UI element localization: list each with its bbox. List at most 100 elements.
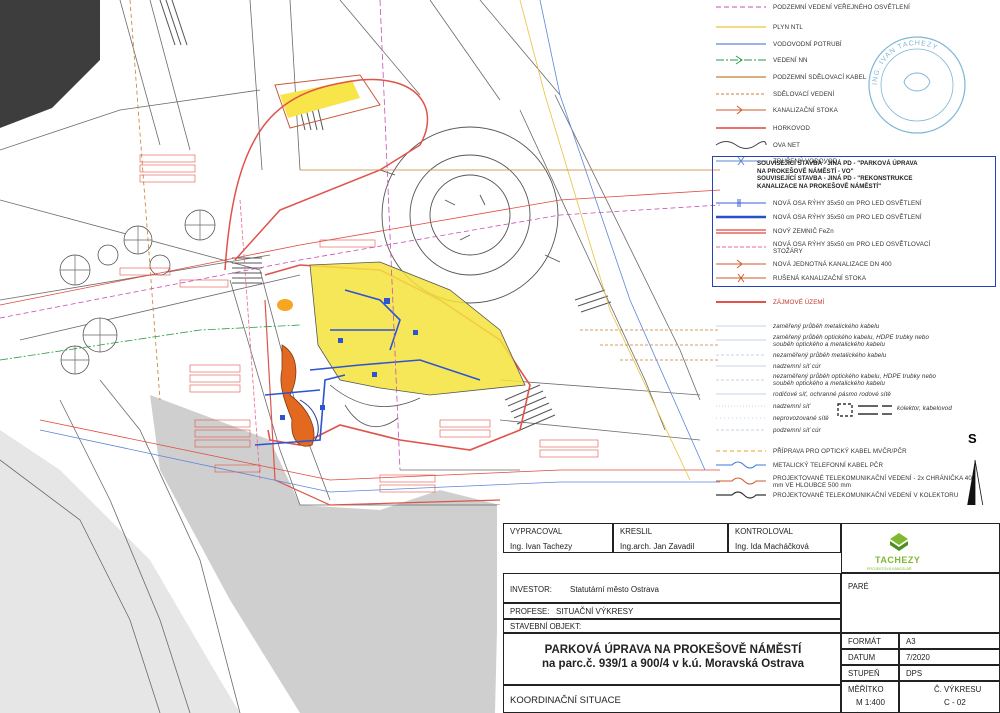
vypracoval-value: Ing. Ivan Tachezy <box>510 542 573 551</box>
legend-item: NOVÁ OSA RÝHY 35x50 cm PRO LED OSVĚTLENÍ <box>712 213 1000 225</box>
format-label: FORMÁT <box>848 637 881 646</box>
investor-label: INVESTOR: <box>510 585 552 594</box>
legend-label: PODZEMNÍ VEDENÍ VEŘEJNÉHO OSVĚTLENÍ <box>773 4 910 11</box>
kreslil-value: Ing.arch. Jan Zavadil <box>620 542 695 551</box>
kreslil-cell: KRESLIL Ing.arch. Jan Zavadil <box>613 523 728 553</box>
datum-label: DATUM <box>848 653 876 662</box>
park-path-2 <box>344 404 399 427</box>
legend-note: zaměřený průběh optického kabelu, HDPE t… <box>712 334 1000 348</box>
vykres-cell: Č. VÝKRESU C - 02 <box>899 681 1000 713</box>
format-label-cell: FORMÁT <box>841 633 899 649</box>
kontroloval-value: Ing. Ida Macháčková <box>735 542 809 551</box>
kontroloval-cell: KONTROLOVAL Ing. Ida Macháčková <box>728 523 841 553</box>
datum-label-cell: DATUM <box>841 649 899 665</box>
legend-label: VEDENÍ NN <box>773 57 808 64</box>
project-subtitle: na parc.č. 939/1 a 900/4 v k.ú. Moravská… <box>541 658 805 670</box>
legend-note: rodičové síť, ochranné pásmo rodové sítě <box>712 390 1000 402</box>
legend-note-label: nezaměřený průběh metalického kabelu <box>773 352 887 359</box>
legend-note-label: rodičové síť, ochranné pásmo rodové sítě <box>773 391 891 398</box>
logo-text: TACHEZY <box>875 555 921 565</box>
legend-item: NOVÁ JEDNOTNÁ KANALIZACE DN 400 <box>712 260 1000 272</box>
box-title-line: SOUVISEJÍCÍ STAVBA - JINÁ PD - "REKONSTR… <box>757 175 913 182</box>
legend-item: OVA NET <box>712 141 1000 153</box>
legend-label: NOVÁ OSA RÝHY 35x50 cm PRO LED OSVĚTLENÍ <box>773 214 922 221</box>
legend-item: NOVÁ OSA RÝHY 35x50 cm PRO LED OSVĚTLENÍ <box>712 199 1000 211</box>
interest-boundary <box>224 78 429 271</box>
legend-item: METALICKÝ TELEFONNÍ KABEL PČR <box>712 461 1000 473</box>
tachezy-logo-icon <box>890 533 908 551</box>
oval-marker <box>277 299 293 311</box>
objekt-cell: STAVEBNÍ OBJEKT: <box>503 619 841 633</box>
engineer-stamp: ING. IVAN TACHEZY <box>868 36 966 134</box>
meritko-label: MĚŘÍTKO <box>848 685 884 694</box>
legend-label: KANALIZAČNÍ STOKA <box>773 107 838 114</box>
legend-note-label: nadzemní síť cúr <box>773 363 821 370</box>
stupen-value-cell: DPS <box>899 665 1000 681</box>
format-value-cell: A3 <box>899 633 1000 649</box>
legend-note-label: nezaměřený průběh optického kabelu, HDPE… <box>773 373 937 387</box>
kolektor-note: kolektor, kabelovod <box>839 404 959 416</box>
kolektor-label: kolektor, kabelovod <box>897 405 952 412</box>
vypracoval-cell: VYPRACOVAL Ing. Ivan Tachezy <box>503 523 613 553</box>
trees <box>59 209 216 375</box>
profese-value: SITUAČNÍ VÝKRESY <box>556 607 634 616</box>
title-block: VYPRACOVAL Ing. Ivan Tachezy KRESLIL Ing… <box>497 505 1000 713</box>
box-title-line: NA PROKEŠOVĚ NÁMĚSTÍ - VO" <box>757 167 854 175</box>
legend-note-label: neprovozované sítě <box>773 415 829 422</box>
datum-value: 7/2020 <box>906 653 930 662</box>
legend-item: PODZEMNÍ VEDENÍ VEŘEJNÉHO OSVĚTLENÍ <box>712 3 1000 15</box>
legend-label: NOVÁ JEDNOTNÁ KANALIZACE DN 400 <box>773 261 892 268</box>
box-title-line: KANALIZACE NA PROKEŠOVĚ NÁMĚSTÍ" <box>757 182 882 190</box>
legend-label: NOVÁ OSA RÝHY 35x50 cm PRO LED OSVĚTLENÍ <box>773 200 922 207</box>
kreslil-label: KRESLIL <box>620 527 653 536</box>
stupen-value: DPS <box>906 669 923 678</box>
legend-note-label: podzemní síť cúr <box>773 427 821 434</box>
project-title-cell: PARKOVÁ ÚPRAVA NA PROKEŠOVĚ NÁMĚSTÍ na p… <box>503 633 841 685</box>
meritko-cell: MĚŘÍTKO M 1:400 <box>841 681 899 713</box>
legend-label: METALICKÝ TELEFONNÍ KABEL PČR <box>773 462 884 469</box>
investor-value: Statutární město Ostrava <box>570 585 659 594</box>
profese-label: PROFESE: <box>510 607 550 616</box>
legend-label: RUŠENÁ KANALIZAČNÍ STOKA <box>773 275 867 282</box>
legend-label: PŘÍPRAVA PRO OPTICKÝ KABEL MVČR/PČR <box>773 448 907 455</box>
drawing-name: KOORDINAČNÍ SITUACE <box>510 695 621 706</box>
vykres-label: Č. VÝKRESU <box>934 685 982 694</box>
pare-label: PARÉ <box>848 582 869 591</box>
legend-item: ZÁJMOVÉ ÚZEMÍ <box>712 298 1000 310</box>
legend-item: NOVÝ ZEMNIČ FeZn <box>712 227 1000 239</box>
box-title-line: SOUVISEJÍCÍ STAVBA - JINÁ PD - "PARKOVÁ … <box>757 160 918 167</box>
objekt-label: STAVEBNÍ OBJEKT: <box>510 622 582 631</box>
legend-label: VODOVODNÍ POTRUBÍ <box>773 41 842 48</box>
vykres-value: C - 02 <box>944 698 966 707</box>
investor-cell: INVESTOR: Statutární město Ostrava <box>503 573 841 603</box>
building-block <box>0 0 100 128</box>
legend-label: ZÁJMOVÉ ÚZEMÍ <box>773 299 825 306</box>
logo-cell <box>841 523 1000 573</box>
legend-label: NOVÁ OSA RÝHY 35x50 cm PRO LED OSVĚTLOVA… <box>773 241 931 255</box>
project-title: PARKOVÁ ÚPRAVA NA PROKEŠOVĚ NÁMĚSTÍ <box>544 644 802 656</box>
legend-label: PROJEKTOVANÉ TELEKOMUNIKAČNÍ VEDENÍ - 2x… <box>773 475 972 489</box>
legend-label: SDĚLOVACÍ VEDENÍ <box>773 91 835 98</box>
format-value: A3 <box>906 637 916 646</box>
stupen-label-cell: STUPEŇ <box>841 665 899 681</box>
legend-note-label: zaměřený průběh optického kabelu, HDPE t… <box>773 334 929 348</box>
legend-label: PODZEMNÍ SDĚLOVACÍ KABEL <box>773 74 867 81</box>
legend-item: PROJEKTOVANÉ TELEKOMUNIKAČNÍ VEDENÍ - 2x… <box>712 474 1000 489</box>
meritko-value: M 1:400 <box>856 698 885 707</box>
pare-cell: PARÉ <box>841 573 1000 633</box>
legend-note: nezaměřený průběh optického kabelu, HDPE… <box>712 373 1000 387</box>
legend-note: zaměřený průběh metalického kabelu <box>712 322 1000 334</box>
legend-label: PROJEKTOVANÉ TELEKOMUNIKAČNÍ VEDENÍ V KO… <box>773 492 959 499</box>
planting-strip <box>280 344 315 447</box>
datum-value-cell: 7/2020 <box>899 649 1000 665</box>
drawing-name-cell: KOORDINAČNÍ SITUACE <box>503 685 841 713</box>
legend-note: podzemní síť cúr <box>712 426 1000 438</box>
legend-label: HORKOVOD <box>773 125 810 132</box>
related-construction-title: SOUVISEJÍCÍ STAVBA - JINÁ PD - "PARKOVÁ … <box>757 160 918 190</box>
legend-label: OVA NET <box>773 142 801 149</box>
logo-subtext: PROJEKTOVÁ KANCELÁŘ <box>867 567 912 571</box>
stupen-label: STUPEŇ <box>848 669 880 678</box>
legend-item: PROJEKTOVANÉ TELEKOMUNIKAČNÍ VEDENÍ V KO… <box>712 491 1000 503</box>
legend-item: NOVÁ OSA RÝHY 35x50 cm PRO LED OSVĚTLOVA… <box>712 240 1000 256</box>
legend-label: PLYN NTL <box>773 24 803 31</box>
